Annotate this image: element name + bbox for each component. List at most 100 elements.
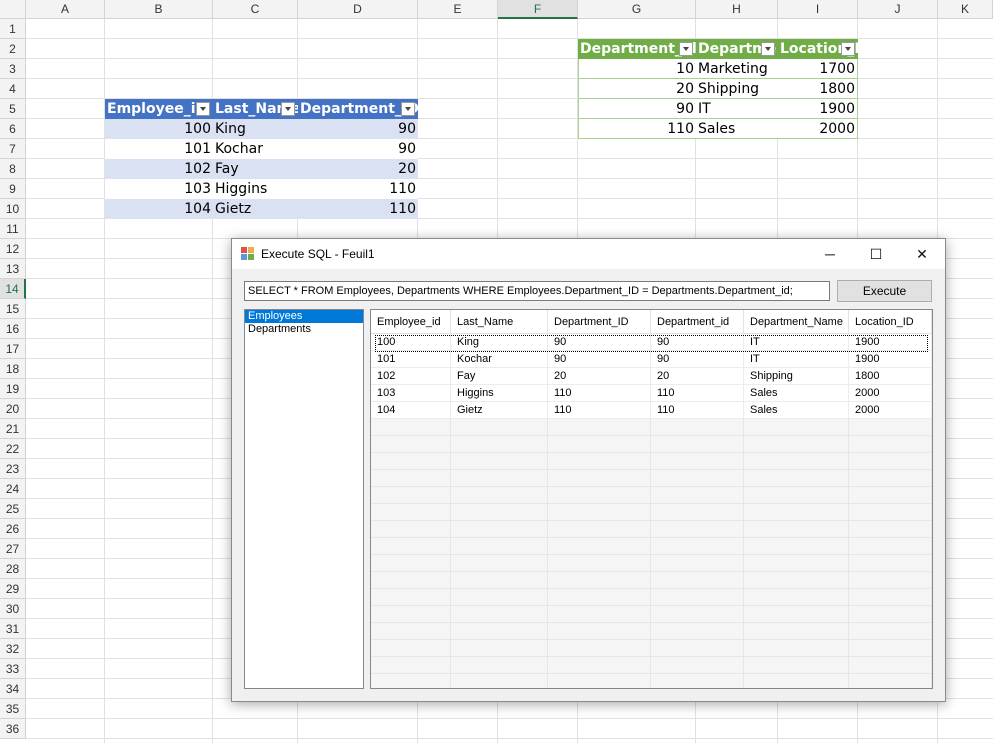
column-header-a[interactable]: A — [26, 0, 105, 19]
select-all-corner[interactable] — [0, 0, 26, 19]
result-cell[interactable]: Fay — [451, 368, 548, 385]
departments-cell[interactable]: Shipping — [696, 79, 778, 99]
row-header-16[interactable]: 16 — [0, 319, 26, 339]
column-header-j[interactable]: J — [858, 0, 938, 19]
departments-cell[interactable]: 1800 — [778, 79, 858, 99]
result-column-header[interactable]: Last_Name — [451, 310, 548, 334]
column-header-d[interactable]: D — [298, 0, 418, 19]
result-cell[interactable]: Higgins — [451, 385, 548, 402]
row-header-9[interactable]: 9 — [0, 179, 26, 199]
departments-cell[interactable]: Sales — [696, 119, 778, 139]
result-column-header[interactable]: Department_Name — [744, 310, 849, 334]
employees-cell[interactable]: 90 — [298, 139, 418, 159]
employees-cell[interactable]: 100 — [105, 119, 213, 139]
dialog-titlebar[interactable]: Execute SQL - Feuil1 ─ ☐ ✕ — [232, 239, 945, 269]
column-header-g[interactable]: G — [578, 0, 696, 19]
row-header-28[interactable]: 28 — [0, 559, 26, 579]
close-button[interactable]: ✕ — [899, 239, 945, 269]
result-cell[interactable]: 90 — [651, 351, 744, 368]
result-cell[interactable]: 20 — [651, 368, 744, 385]
row-header-20[interactable]: 20 — [0, 399, 26, 419]
column-header-h[interactable]: H — [696, 0, 778, 19]
departments-cell[interactable]: 1700 — [778, 59, 858, 79]
result-column-header[interactable]: Department_id — [651, 310, 744, 334]
row-header-26[interactable]: 26 — [0, 519, 26, 539]
row-header-32[interactable]: 32 — [0, 639, 26, 659]
row-header-7[interactable]: 7 — [0, 139, 26, 159]
result-cell[interactable]: 1800 — [849, 368, 932, 385]
filter-dropdown-button[interactable] — [679, 42, 693, 56]
departments-cell[interactable]: 1900 — [778, 99, 858, 119]
result-cell[interactable]: IT — [744, 334, 849, 351]
row-header-13[interactable]: 13 — [0, 259, 26, 279]
departments-cell[interactable]: 20 — [578, 79, 696, 99]
departments-cell[interactable]: 90 — [578, 99, 696, 119]
row-header-35[interactable]: 35 — [0, 699, 26, 719]
result-cell[interactable]: 20 — [548, 368, 651, 385]
table-list[interactable]: Employees Departments — [244, 309, 364, 689]
maximize-button[interactable]: ☐ — [853, 239, 899, 269]
result-cell[interactable]: Sales — [744, 402, 849, 419]
result-cell[interactable]: 102 — [371, 368, 451, 385]
result-cell[interactable]: 104 — [371, 402, 451, 419]
employees-cell[interactable]: Fay — [213, 159, 298, 179]
row-header-10[interactable]: 10 — [0, 199, 26, 219]
result-cell[interactable]: 90 — [548, 334, 651, 351]
filter-dropdown-button[interactable] — [761, 42, 775, 56]
row-header-33[interactable]: 33 — [0, 659, 26, 679]
row-header-22[interactable]: 22 — [0, 439, 26, 459]
employees-cell[interactable]: 20 — [298, 159, 418, 179]
execute-button[interactable]: Execute — [837, 280, 932, 302]
row-header-8[interactable]: 8 — [0, 159, 26, 179]
row-header-18[interactable]: 18 — [0, 359, 26, 379]
result-cell[interactable]: Shipping — [744, 368, 849, 385]
row-header-3[interactable]: 3 — [0, 59, 26, 79]
employees-header-2[interactable]: Department_ID — [298, 99, 418, 119]
column-header-k[interactable]: K — [938, 0, 993, 19]
row-header-11[interactable]: 11 — [0, 219, 26, 239]
column-header-f[interactable]: F — [498, 0, 578, 19]
table-list-item-employees[interactable]: Employees — [245, 310, 363, 323]
employees-cell[interactable]: 110 — [298, 179, 418, 199]
departments-cell[interactable]: 10 — [578, 59, 696, 79]
employees-cell[interactable]: 104 — [105, 199, 213, 219]
row-header-19[interactable]: 19 — [0, 379, 26, 399]
employees-cell[interactable]: 102 — [105, 159, 213, 179]
row-header-21[interactable]: 21 — [0, 419, 26, 439]
row-header-2[interactable]: 2 — [0, 39, 26, 59]
result-grid[interactable]: Employee_id Last_Name Department_ID Departm… — [370, 309, 933, 689]
row-header-34[interactable]: 34 — [0, 679, 26, 699]
row-header-23[interactable]: 23 — [0, 459, 26, 479]
result-cell[interactable]: Gietz — [451, 402, 548, 419]
result-column-header[interactable]: Department_ID — [548, 310, 651, 334]
departments-cell[interactable]: IT — [696, 99, 778, 119]
minimize-button[interactable]: ─ — [807, 239, 853, 269]
row-header-17[interactable]: 17 — [0, 339, 26, 359]
row-header-24[interactable]: 24 — [0, 479, 26, 499]
result-cell[interactable]: 110 — [651, 402, 744, 419]
row-header-14[interactable]: 14 — [0, 279, 26, 299]
employees-cell[interactable]: 103 — [105, 179, 213, 199]
row-header-4[interactable]: 4 — [0, 79, 26, 99]
departments-cell[interactable]: Marketing — [696, 59, 778, 79]
result-cell[interactable]: 110 — [548, 402, 651, 419]
filter-dropdown-button[interactable] — [196, 102, 210, 116]
column-header-e[interactable]: E — [418, 0, 498, 19]
sql-query-input[interactable] — [244, 281, 830, 301]
result-cell[interactable]: Kochar — [451, 351, 548, 368]
filter-dropdown-button[interactable] — [281, 102, 295, 116]
row-header-12[interactable]: 12 — [0, 239, 26, 259]
column-header-b[interactable]: B — [105, 0, 213, 19]
row-header-36[interactable]: 36 — [0, 719, 26, 739]
result-cell[interactable]: 101 — [371, 351, 451, 368]
filter-dropdown-button[interactable] — [401, 102, 415, 116]
result-cell[interactable]: 110 — [651, 385, 744, 402]
result-cell[interactable]: 110 — [548, 385, 651, 402]
departments-cell[interactable]: 110 — [578, 119, 696, 139]
result-cell[interactable]: IT — [744, 351, 849, 368]
employees-cell[interactable]: Higgins — [213, 179, 298, 199]
result-cell[interactable]: 1900 — [849, 334, 932, 351]
employees-cell[interactable]: Kochar — [213, 139, 298, 159]
column-header-c[interactable]: C — [213, 0, 298, 19]
row-header-31[interactable]: 31 — [0, 619, 26, 639]
